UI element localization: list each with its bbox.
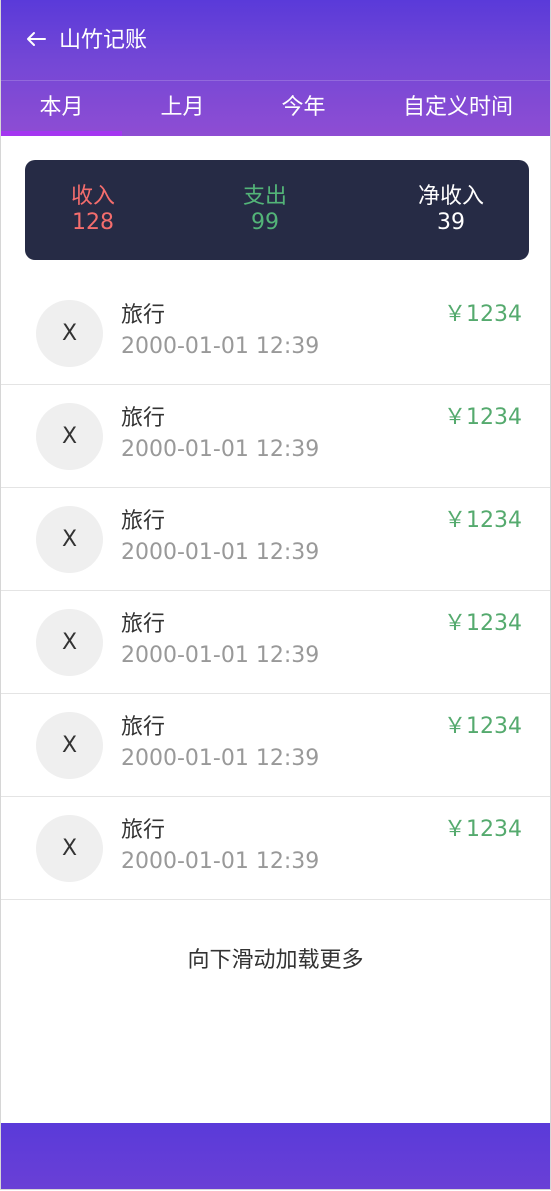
record-category: 旅行: [121, 303, 166, 328]
active-tab-indicator: [1, 131, 122, 136]
record-amount: ￥1234: [444, 405, 522, 430]
load-more-hint: 向下滑动加载更多: [187, 948, 364, 973]
record-category: 旅行: [121, 406, 166, 431]
tab-last-month[interactable]: 上月: [122, 80, 243, 136]
app-frame: 山竹记账 本月 上月 今年 自定义时间 收入 128 支出 99 净收入 39 …: [0, 0, 551, 1190]
record-category: 旅行: [121, 612, 166, 637]
record-category: 旅行: [121, 715, 166, 740]
list-item[interactable]: X 旅行 2000-01-01 12:39 ￥1234: [1, 282, 550, 385]
category-icon: X: [36, 403, 103, 470]
expense-summary: 支出 99: [205, 184, 325, 236]
app-header: 山竹记账 本月 上月 今年 自定义时间: [1, 0, 550, 136]
category-icon: X: [36, 609, 103, 676]
record-list: X 旅行 2000-01-01 12:39 ￥1234 X 旅行 2000-01…: [1, 282, 550, 900]
summary-card: 收入 128 支出 99 净收入 39: [25, 160, 529, 260]
record-amount: ￥1234: [444, 508, 522, 533]
tab-this-year[interactable]: 今年: [243, 80, 364, 136]
category-icon: X: [36, 712, 103, 779]
record-time: 2000-01-01 12:39: [121, 437, 320, 462]
record-category: 旅行: [121, 818, 166, 843]
tab-this-month[interactable]: 本月: [1, 80, 122, 136]
title-bar: 山竹记账: [1, 0, 550, 81]
list-item[interactable]: X 旅行 2000-01-01 12:39 ￥1234: [1, 385, 550, 488]
net-income-label: 净收入: [417, 184, 484, 209]
category-icon: X: [36, 300, 103, 367]
list-item[interactable]: X 旅行 2000-01-01 12:39 ￥1234: [1, 591, 550, 694]
period-tabs: 本月 上月 今年 自定义时间: [1, 80, 550, 136]
record-time: 2000-01-01 12:39: [121, 643, 320, 668]
record-category: 旅行: [121, 509, 166, 534]
tab-custom-time[interactable]: 自定义时间: [364, 80, 550, 136]
record-time: 2000-01-01 12:39: [121, 334, 320, 359]
record-time: 2000-01-01 12:39: [121, 849, 320, 874]
list-item[interactable]: X 旅行 2000-01-01 12:39 ￥1234: [1, 694, 550, 797]
income-value: 128: [72, 210, 114, 235]
record-time: 2000-01-01 12:39: [121, 746, 320, 771]
net-income-value: 39: [437, 210, 465, 235]
record-time: 2000-01-01 12:39: [121, 540, 320, 565]
category-icon: X: [36, 815, 103, 882]
bottom-bar: [1, 1123, 550, 1189]
income-summary: 收入 128: [33, 184, 153, 236]
expense-label: 支出: [242, 184, 287, 209]
net-income-summary: 净收入 39: [391, 184, 511, 236]
category-icon: X: [36, 506, 103, 573]
page-title: 山竹记账: [59, 28, 148, 53]
arrow-left-icon[interactable]: [23, 27, 49, 51]
record-amount: ￥1234: [444, 302, 522, 327]
income-label: 收入: [70, 184, 115, 209]
list-item[interactable]: X 旅行 2000-01-01 12:39 ￥1234: [1, 797, 550, 900]
record-amount: ￥1234: [444, 817, 522, 842]
expense-value: 99: [251, 210, 279, 235]
record-amount: ￥1234: [444, 714, 522, 739]
list-item[interactable]: X 旅行 2000-01-01 12:39 ￥1234: [1, 488, 550, 591]
record-amount: ￥1234: [444, 611, 522, 636]
